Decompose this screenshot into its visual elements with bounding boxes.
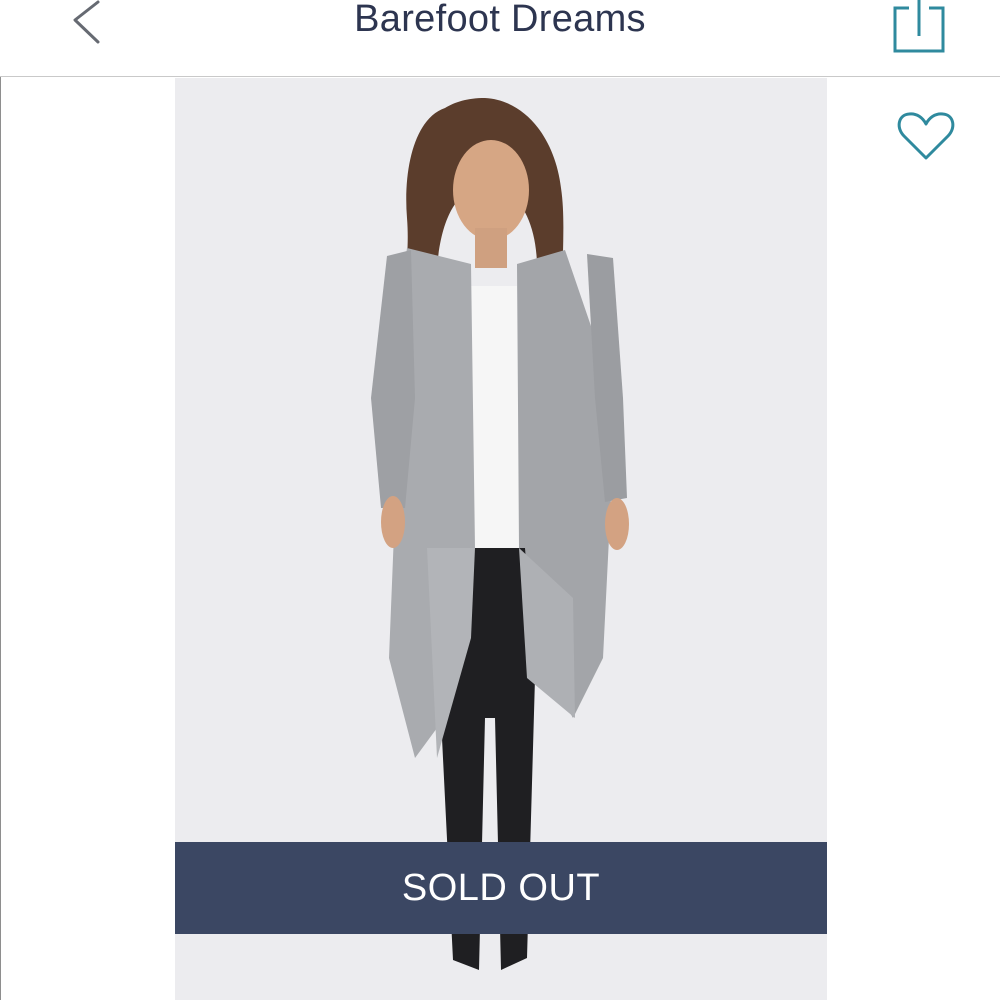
sold-out-label: SOLD OUT	[401, 866, 601, 909]
top-navigation-bar: Barefoot Dreams	[0, 0, 1000, 77]
share-icon	[893, 0, 945, 53]
like-button[interactable]	[894, 106, 960, 166]
sold-out-banner: SOLD OUT	[175, 842, 827, 934]
left-edge-rule	[0, 0, 1, 1000]
share-button[interactable]	[886, 0, 952, 56]
page-title: Barefoot Dreams	[354, 0, 646, 40]
heart-icon	[897, 112, 955, 160]
